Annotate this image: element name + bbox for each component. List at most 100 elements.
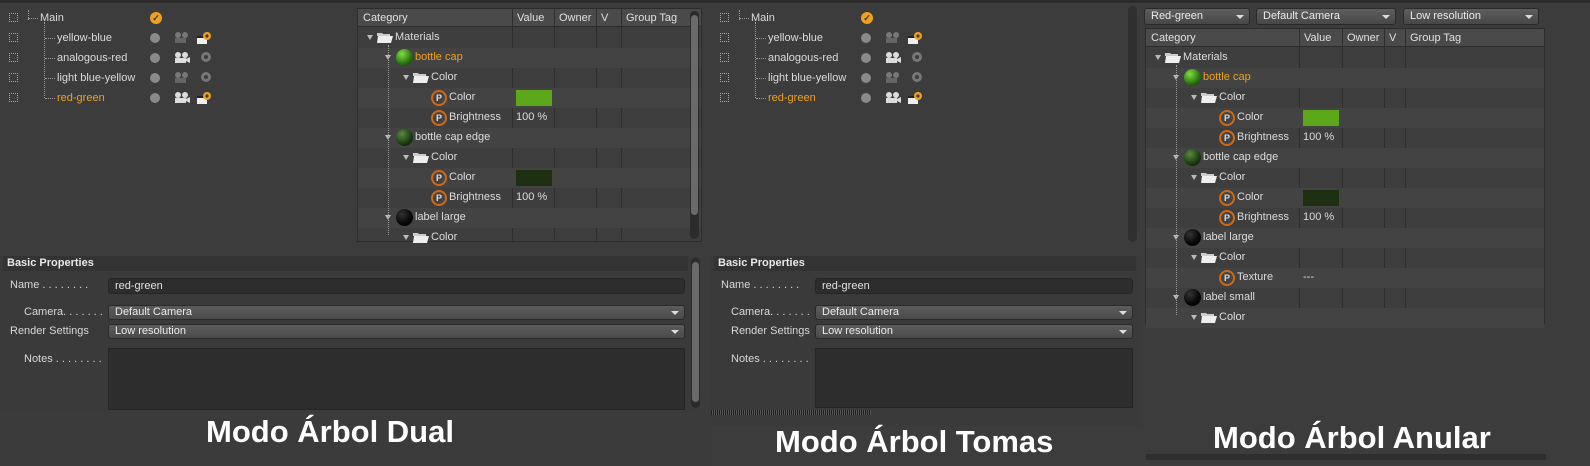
name-field[interactable]: red-green <box>108 278 685 294</box>
camera-icon[interactable] <box>174 71 190 84</box>
column-header-category[interactable]: Category <box>363 12 408 24</box>
table-row[interactable]: P Brightness 100 % <box>358 108 701 128</box>
notes-field[interactable] <box>815 348 1133 408</box>
gear-icon[interactable] <box>907 70 924 86</box>
table-row[interactable]: bottle cap edge <box>1146 148 1544 168</box>
gear-icon[interactable] <box>907 90 924 106</box>
render-settings-select[interactable]: Low resolution <box>108 324 685 339</box>
take-status-dot[interactable] <box>861 93 871 103</box>
table-row[interactable]: P Color <box>358 168 701 188</box>
table-scrollbar[interactable] <box>690 11 699 239</box>
table-row[interactable]: label large <box>1146 228 1544 248</box>
properties-scrollbar[interactable] <box>691 258 700 408</box>
table-row[interactable]: P Color <box>358 88 701 108</box>
table-row[interactable]: Color <box>358 228 701 248</box>
scroll-thumb[interactable] <box>691 15 698 215</box>
column-header-owner[interactable]: Owner <box>559 12 591 24</box>
expand-arrow-icon[interactable] <box>1191 255 1197 260</box>
take-row[interactable]: light blue-yellow <box>0 68 355 88</box>
take-label[interactable]: yellow-blue <box>57 32 112 44</box>
expand-arrow-icon[interactable] <box>1155 55 1161 60</box>
gear-icon[interactable] <box>907 30 924 46</box>
camera-select[interactable]: Default Camera <box>815 305 1133 320</box>
notes-field[interactable] <box>108 348 685 410</box>
take-row[interactable]: analogous-red <box>711 48 1140 68</box>
row-value[interactable]: 100 % <box>516 111 547 123</box>
column-header-v[interactable]: V <box>601 12 608 24</box>
expand-arrow-icon[interactable] <box>1191 95 1197 100</box>
take-row[interactable]: yellow-blue <box>0 28 355 48</box>
take-label[interactable]: analogous-red <box>768 52 838 64</box>
table-row[interactable]: Color <box>1146 88 1544 108</box>
expand-arrow-icon[interactable] <box>403 235 409 240</box>
take-row[interactable]: red-green <box>711 88 1140 108</box>
take-checkbox[interactable] <box>9 13 18 22</box>
table-row[interactable]: P Brightness 100 % <box>1146 208 1544 228</box>
take-row[interactable]: yellow-blue <box>711 28 1140 48</box>
table-row[interactable]: bottle cap <box>1146 68 1544 88</box>
camera-icon[interactable] <box>885 31 901 44</box>
table-row[interactable]: label large <box>358 208 701 228</box>
gear-icon[interactable] <box>907 50 924 66</box>
take-status-dot[interactable] <box>150 33 160 43</box>
table-row[interactable]: Color <box>1146 308 1544 328</box>
render-settings-select[interactable]: Low resolution <box>815 324 1133 339</box>
row-value[interactable]: 100 % <box>516 191 547 203</box>
table-row[interactable]: Color <box>1146 248 1544 268</box>
take-row-main[interactable]: Main ✓ <box>0 8 355 28</box>
camera-icon[interactable] <box>885 51 901 64</box>
take-checkbox[interactable] <box>9 93 18 102</box>
camera-icon[interactable] <box>174 91 190 104</box>
expand-arrow-icon[interactable] <box>403 75 409 80</box>
table-row[interactable]: P Brightness 100 % <box>358 188 701 208</box>
take-status-dot[interactable] <box>150 93 160 103</box>
take-status-dot[interactable] <box>861 73 871 83</box>
take-checkbox[interactable] <box>9 33 18 42</box>
column-header-value[interactable]: Value <box>517 12 544 24</box>
gear-icon[interactable] <box>196 70 213 86</box>
gear-icon[interactable] <box>196 50 213 66</box>
camera-icon[interactable] <box>174 31 190 44</box>
column-header-group-tag[interactable]: Group Tag <box>626 12 677 24</box>
camera-icon[interactable] <box>885 71 901 84</box>
table-row[interactable]: bottle cap <box>358 48 701 68</box>
take-status-dot[interactable] <box>150 73 160 83</box>
row-value[interactable]: 100 % <box>1303 131 1334 143</box>
take-label[interactable]: red-green <box>57 92 105 104</box>
take-checkbox[interactable] <box>720 53 729 62</box>
take-label[interactable]: analogous-red <box>57 52 127 64</box>
take-status-dot[interactable] <box>861 53 871 63</box>
name-field[interactable]: red-green <box>815 278 1133 294</box>
take-status-dot[interactable] <box>861 33 871 43</box>
table-row[interactable]: P Texture --- <box>1146 268 1544 288</box>
table-row[interactable]: P Brightness 100 % <box>1146 128 1544 148</box>
camera-select[interactable]: Default Camera <box>108 305 685 320</box>
row-value[interactable]: --- <box>1303 271 1314 283</box>
take-row-main[interactable]: Main ✓ <box>711 8 1140 28</box>
row-value[interactable]: 100 % <box>1303 211 1334 223</box>
table-row[interactable]: Materials <box>1146 48 1544 68</box>
render-settings-select[interactable]: Low resolution <box>1403 8 1539 25</box>
camera-select[interactable]: Default Camera <box>1256 8 1396 25</box>
take-select[interactable]: Red-green <box>1144 8 1250 25</box>
take-checkbox[interactable] <box>9 73 18 82</box>
take-label[interactable]: light blue-yellow <box>768 72 846 84</box>
take-row[interactable]: red-green <box>0 88 355 108</box>
take-status-dot[interactable] <box>150 53 160 63</box>
camera-icon[interactable] <box>885 91 901 104</box>
take-checkbox[interactable] <box>720 73 729 82</box>
take-row[interactable]: light blue-yellow <box>711 68 1140 88</box>
expand-arrow-icon[interactable] <box>1191 315 1197 320</box>
table-row[interactable]: Color <box>358 148 701 168</box>
table-row[interactable]: bottle cap edge <box>358 128 701 148</box>
take-label[interactable]: red-green <box>768 92 816 104</box>
take-label[interactable]: light blue-yellow <box>57 72 135 84</box>
takes-scrollbar[interactable] <box>1128 6 1137 242</box>
expand-arrow-icon[interactable] <box>1191 175 1197 180</box>
table-row[interactable]: Color <box>358 68 701 88</box>
column-header-v[interactable]: V <box>1389 32 1396 44</box>
table-row[interactable]: P Color <box>1146 188 1544 208</box>
table-row[interactable]: Materials <box>358 28 701 48</box>
expand-arrow-icon[interactable] <box>367 35 373 40</box>
gear-icon[interactable] <box>196 90 213 106</box>
